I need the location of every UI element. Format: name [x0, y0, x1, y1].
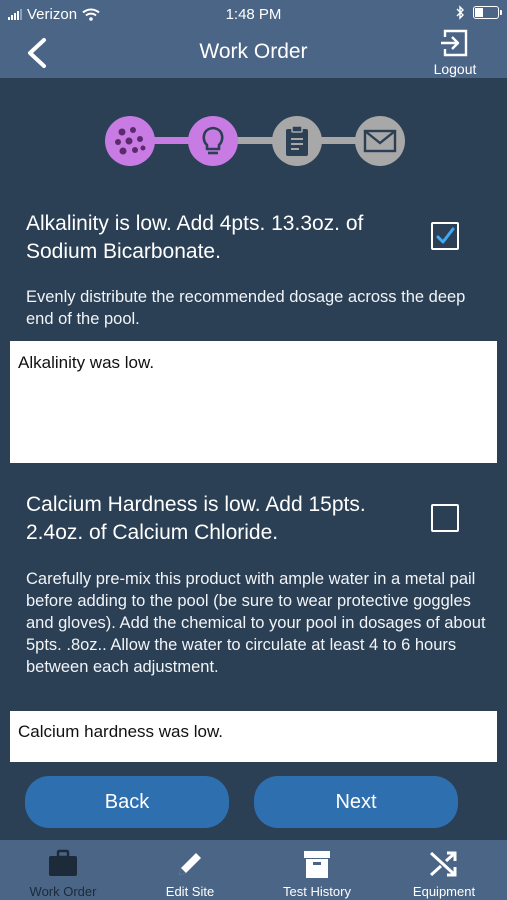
tab-label: Equipment: [412, 884, 476, 899]
step-test[interactable]: [105, 116, 155, 166]
back-button[interactable]: Back: [25, 776, 229, 828]
tab-work-order[interactable]: Work Order: [0, 840, 126, 900]
step-email[interactable]: [355, 116, 405, 166]
task-title: Calcium Hardness is low. Add 15pts. 2.4o…: [26, 493, 366, 544]
task-title: Alkalinity is low. Add 4pts. 13.3oz. of …: [26, 212, 364, 263]
status-right: [456, 5, 502, 20]
step-recommend[interactable]: [188, 116, 238, 166]
tab-test-history[interactable]: Test History: [254, 840, 380, 900]
bluetooth-icon: [456, 5, 464, 20]
nav-bar: Work Order Logout: [0, 28, 507, 78]
tab-edit-site[interactable]: Edit Site: [127, 840, 253, 900]
shuffle-icon: [429, 851, 457, 877]
tab-equipment[interactable]: Equipment: [381, 840, 507, 900]
lightbulb-icon: [202, 126, 224, 155]
pencil-icon: [179, 853, 201, 875]
tab-bar: Work Order Edit Site Test History Equipm…: [0, 840, 507, 900]
next-button[interactable]: Next: [254, 776, 458, 828]
tab-label: Work Order: [29, 884, 97, 899]
battery-icon: [473, 6, 502, 19]
logout-label: Logout: [433, 61, 477, 77]
status-bar: Verizon 1:48 PM: [0, 0, 507, 28]
tab-label: Test History: [283, 884, 351, 899]
envelope-icon: [363, 129, 397, 153]
progress-stepper: [105, 116, 405, 166]
tab-label: Edit Site: [165, 884, 215, 899]
checkmark-icon: [436, 227, 455, 244]
dots-icon: [115, 127, 146, 155]
task-description: Carefully pre-mix this product with ampl…: [26, 570, 486, 676]
task-note-field[interactable]: Calcium hardness was low.: [10, 711, 497, 762]
clipboard-icon: [286, 125, 308, 156]
task-description: Evenly distribute the recommended dosage…: [26, 288, 466, 328]
task-checkbox[interactable]: [431, 504, 459, 532]
clock: 1:48 PM: [225, 6, 282, 23]
task-checkbox[interactable]: [431, 222, 459, 250]
logout-icon: [441, 29, 468, 57]
logout-button[interactable]: Logout: [425, 28, 485, 77]
archive-box-icon: [304, 851, 330, 878]
step-summary[interactable]: [272, 116, 322, 166]
task-note-field[interactable]: Alkalinity was low.: [10, 341, 497, 463]
briefcase-icon: [49, 849, 77, 876]
